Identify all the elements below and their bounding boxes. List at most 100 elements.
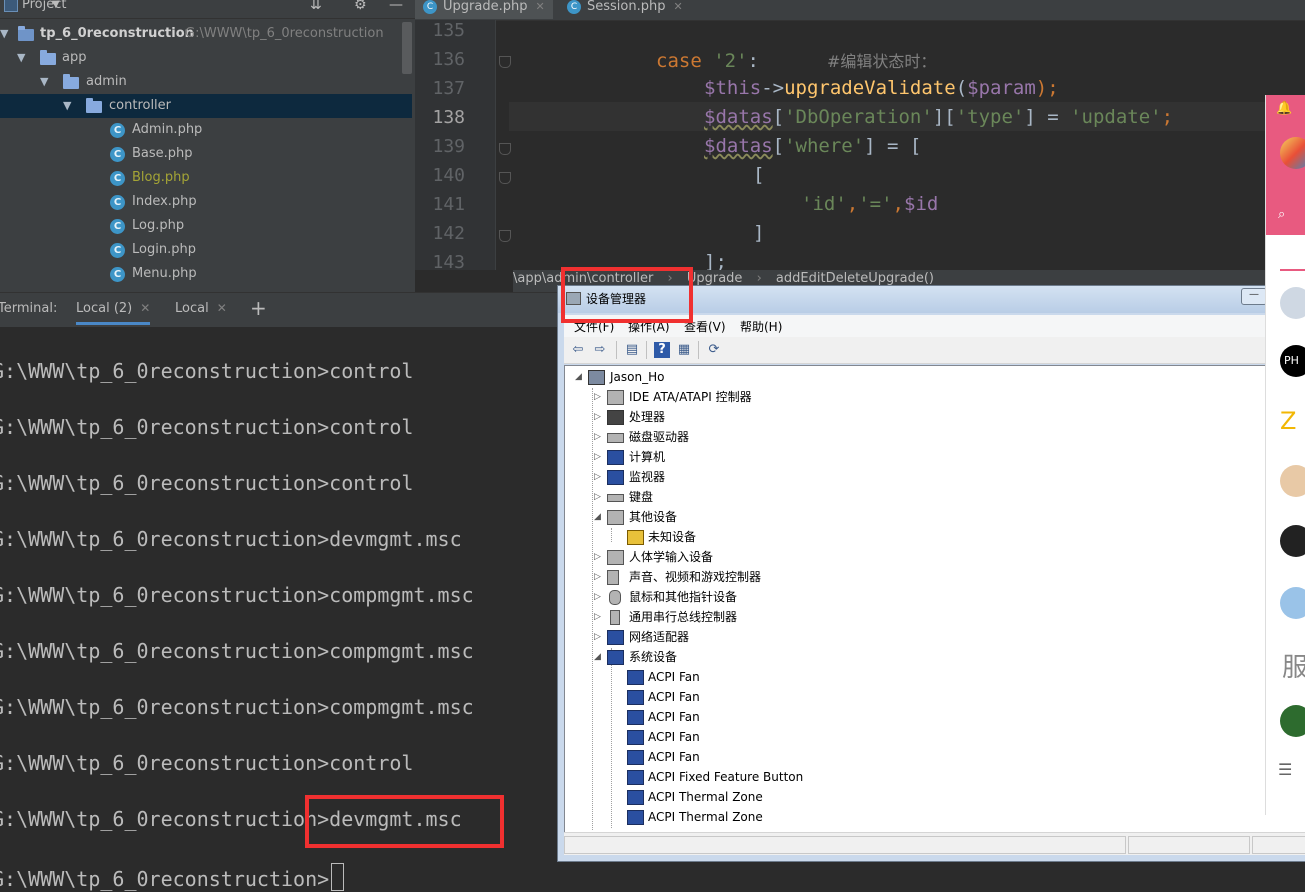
collapse-arrow-icon[interactable]: ◢ (575, 367, 582, 387)
status-section (1252, 836, 1305, 854)
code-area[interactable]: case '2': #编辑状态时： $this->upgradeValidate(… (415, 20, 1305, 273)
php-class-icon: C (110, 267, 125, 282)
expand-arrow-icon[interactable]: ▷ (594, 407, 601, 427)
expand-arrow-icon[interactable]: ▷ (594, 587, 601, 607)
category-label: IDE ATA/ATAPI 控制器 (629, 390, 752, 404)
breadcrumb-class[interactable]: Upgrade (687, 271, 743, 286)
device-label: ACPI Fixed Feature Button (648, 770, 804, 784)
expand-arrow-icon[interactable]: ▼ (40, 70, 48, 94)
terminal-tab-label: Local (175, 301, 209, 316)
file-label: Login.php (132, 242, 196, 257)
bell-icon[interactable]: 🔔 (1276, 101, 1292, 116)
expand-arrow-icon[interactable]: ▷ (594, 447, 601, 467)
expand-arrow-icon[interactable]: ▷ (594, 487, 601, 507)
tree-folder-controller[interactable]: ▼ controller (0, 94, 412, 118)
system-devices-icon (607, 650, 624, 665)
chat-item-text[interactable]: 服 (1282, 647, 1305, 684)
toolbar-separator (698, 341, 699, 359)
category-label: 系统设备 (629, 650, 678, 664)
chat-sidebar: 🔔 ⌕ PH Z 服 ☰ (1265, 95, 1305, 815)
expand-arrow-icon[interactable]: ▼ (0, 22, 8, 46)
folder-icon (86, 98, 102, 113)
code-line-139: $datas['where'] = [ (704, 135, 922, 157)
disk-drive-icon (607, 433, 624, 443)
terminal-tab-local-2[interactable]: Local (2) ✕ (76, 301, 151, 325)
minimize-button[interactable]: — (1241, 288, 1267, 305)
forward-icon[interactable]: ⇨ (592, 342, 608, 358)
tree-folder-app[interactable]: ▼ app (0, 46, 412, 70)
tab-session[interactable]: C Session.php ✕ (567, 0, 683, 19)
status-section (564, 836, 1126, 854)
expand-arrow-icon[interactable]: ▷ (594, 627, 601, 647)
avatar[interactable] (1280, 587, 1305, 619)
keyboard-icon (607, 494, 624, 502)
tree-file[interactable]: C Base.php (0, 142, 412, 166)
system-device-icon (627, 670, 644, 685)
penguin-icon[interactable] (1280, 705, 1305, 737)
ide-controller-icon (607, 390, 624, 405)
tree-file[interactable]: C Blog.php (0, 166, 412, 190)
search-icon[interactable]: ⌕ (1278, 207, 1285, 222)
toolbar-separator (646, 341, 647, 359)
help-icon[interactable]: ? (654, 342, 670, 358)
device-tree[interactable]: ◢ Jason_Ho ▷ IDE ATA/ATAPI 控制器 ▷ 处理器 ▷ 磁盘驱动… (564, 365, 1305, 833)
menu-icon[interactable]: ☰ (1278, 760, 1292, 779)
terminal-line: G:\WWW\tp_6_0reconstruction>control (0, 359, 414, 383)
device-label: ACPI Thermal Zone (648, 810, 763, 824)
tree-file[interactable]: C Log.php (0, 214, 412, 238)
project-header: Project ▼ ⇊ ⚙ — (0, 0, 415, 19)
chat-header: 🔔 ⌕ (1266, 95, 1305, 235)
terminal-input-line[interactable]: G:\WWW\tp_6_0reconstruction> (0, 863, 345, 891)
tree-file[interactable]: C Admin.php (0, 118, 412, 142)
avatar[interactable] (1280, 465, 1305, 497)
device-manager-window[interactable]: 设备管理器 — 文件(F) 操作(A) 查看(V) 帮助(H) ⇦ ⇨ ▤ ? … (557, 285, 1305, 862)
tree-folder-admin[interactable]: ▼ admin (0, 70, 412, 94)
tab-upgrade[interactable]: C Upgrade.php ✕ (415, 0, 553, 19)
highlight-box-command (305, 795, 504, 848)
tree-root[interactable]: ▼ tp_6_0reconstruction G:\WWW\tp_6_0reco… (0, 22, 412, 46)
close-icon[interactable]: ✕ (535, 0, 544, 13)
menu-help[interactable]: 帮助(H) (740, 318, 782, 335)
tree-file[interactable]: C Index.php (0, 190, 412, 214)
terminal-line: G:\WWW\tp_6_0reconstruction>compmgmt.msc (0, 695, 474, 719)
collapse-arrow-icon[interactable]: ◢ (594, 647, 601, 667)
close-icon[interactable]: ✕ (673, 0, 682, 13)
properties-icon[interactable]: ▦ (676, 342, 692, 358)
back-icon[interactable]: ⇦ (570, 342, 586, 358)
expand-arrow-icon[interactable]: ▼ (63, 94, 71, 118)
avatar[interactable] (1280, 287, 1305, 319)
category-label: 通用串行总线控制器 (629, 610, 738, 624)
close-icon[interactable]: ✕ (140, 301, 150, 315)
expand-arrow-icon[interactable]: ▷ (594, 567, 601, 587)
close-icon[interactable]: ✕ (217, 301, 227, 315)
expand-arrow-icon[interactable]: ▷ (594, 547, 601, 567)
expand-arrow-icon[interactable]: ▷ (594, 607, 601, 627)
dropdown-arrow-icon[interactable]: ▼ (52, 0, 60, 10)
penguin-icon[interactable] (1280, 525, 1305, 557)
tree-file[interactable]: C Login.php (0, 238, 412, 262)
star-icon[interactable]: Z (1280, 405, 1305, 437)
minimize-icon[interactable]: — (389, 0, 403, 13)
add-terminal-icon[interactable]: + (250, 296, 267, 320)
show-hide-tree-icon[interactable]: ▤ (624, 342, 640, 358)
project-scrollbar[interactable] (402, 22, 412, 74)
expand-arrow-icon[interactable]: ▷ (594, 427, 601, 447)
scan-hardware-icon[interactable]: ⟳ (706, 342, 722, 358)
avatar[interactable] (1280, 137, 1305, 169)
category-label: 其他设备 (629, 510, 678, 524)
category-label: 人体学输入设备 (629, 550, 714, 564)
collapse-all-icon[interactable]: ⇊ (310, 0, 322, 13)
avatar[interactable]: PH (1280, 345, 1305, 377)
collapse-arrow-icon[interactable]: ◢ (594, 507, 601, 527)
code-line-140: [ (753, 164, 765, 186)
php-class-icon: C (110, 123, 125, 138)
expand-arrow-icon[interactable]: ▷ (594, 387, 601, 407)
breadcrumb-method[interactable]: addEditDeleteUpgrade() (776, 271, 934, 286)
expand-arrow-icon[interactable]: ▷ (594, 467, 601, 487)
category-label: 鼠标和其他指针设备 (629, 590, 738, 604)
gear-icon[interactable]: ⚙ (354, 0, 367, 13)
expand-arrow-icon[interactable]: ▼ (17, 46, 25, 70)
terminal-tab-local[interactable]: Local ✕ (175, 301, 227, 316)
code-editor[interactable]: C Upgrade.php ✕ C Session.php ✕ 135 136 137 … (415, 0, 1305, 292)
tree-file[interactable]: C Menu.php (0, 262, 412, 286)
